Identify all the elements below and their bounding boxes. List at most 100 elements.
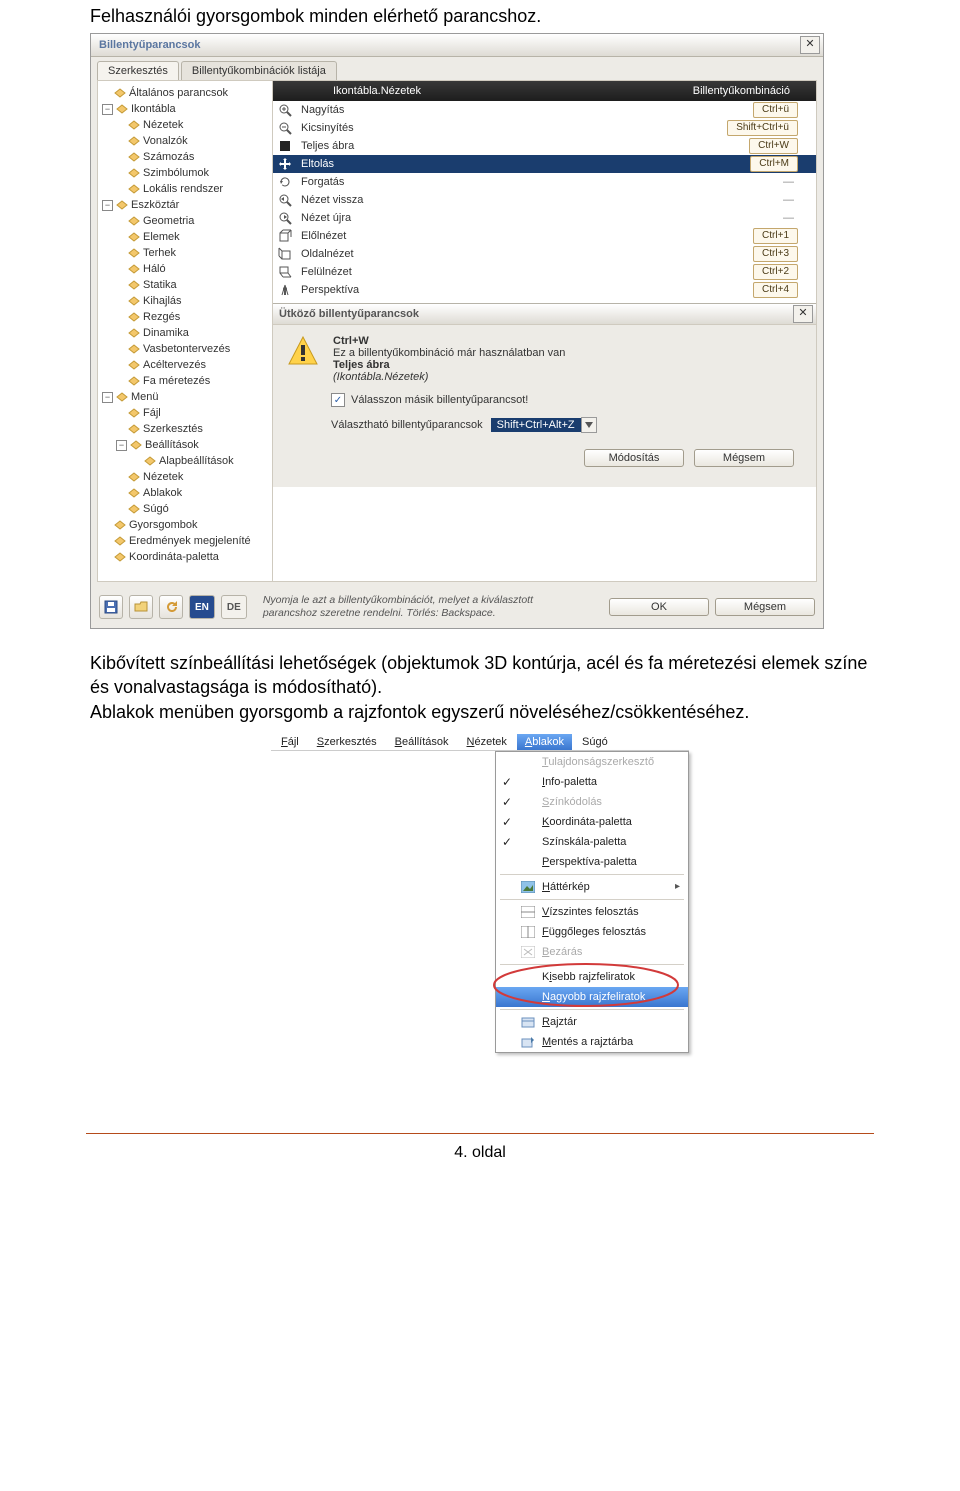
tree-item[interactable]: Általános parancsok <box>100 85 272 101</box>
command-row[interactable]: KicsinyítésShift+Ctrl+ü <box>273 119 816 137</box>
command-row[interactable]: OldalnézetCtrl+3 <box>273 245 816 263</box>
command-tree[interactable]: Általános parancsok−IkontáblaNézetekVona… <box>98 81 273 581</box>
zoom-out-icon <box>273 121 297 135</box>
tree-item[interactable]: Terhek <box>100 245 272 261</box>
mi-larger-labels[interactable]: Nagyobb rajzfeliratok <box>496 987 688 1007</box>
command-row[interactable]: Teljes ábraCtrl+W <box>273 137 816 155</box>
tab-edit[interactable]: Szerkesztés <box>97 61 179 80</box>
tree-item[interactable]: Acéltervezés <box>100 357 272 373</box>
save-library-icon <box>520 1036 536 1048</box>
lang-en-button[interactable]: EN <box>189 595 215 619</box>
persp-icon <box>273 283 297 297</box>
lang-de-button[interactable]: DE <box>221 595 247 619</box>
tree-item[interactable]: Alapbeállítások <box>100 453 272 469</box>
tree-node-icon <box>128 264 140 274</box>
mi-perspective-palette[interactable]: Perspektíva-paletta <box>496 852 688 872</box>
menu-help[interactable]: Súgó <box>574 734 616 750</box>
tree-node-icon <box>116 392 128 402</box>
tree-item[interactable]: Vasbetontervezés <box>100 341 272 357</box>
menu-file[interactable]: Fájl <box>273 734 307 750</box>
chevron-down-icon <box>581 417 597 433</box>
tree-node-icon <box>128 488 140 498</box>
tree-node-icon <box>114 88 126 98</box>
undo-view-icon <box>273 193 297 207</box>
mi-split-vertical[interactable]: Függőleges felosztás <box>496 922 688 942</box>
tree-item[interactable]: Szimbólumok <box>100 165 272 181</box>
tab-shortcut-list[interactable]: Billentyűkombinációk listája <box>181 61 337 80</box>
cancel-button[interactable]: Mégsem <box>694 449 794 467</box>
save-icon[interactable] <box>99 595 123 619</box>
fit-icon <box>273 139 297 153</box>
tree-item[interactable]: Fa méretezés <box>100 373 272 389</box>
tree-item[interactable]: Számozás <box>100 149 272 165</box>
conflict-message: Ez a billentyűkombináció már használatba… <box>333 347 565 359</box>
mi-color-scale[interactable]: ✓Színskála-paletta <box>496 832 688 852</box>
tree-node-icon <box>128 424 140 434</box>
command-row[interactable]: ElőlnézetCtrl+1 <box>273 227 816 245</box>
close-icon[interactable]: ✕ <box>793 305 813 323</box>
tree-item[interactable]: Statika <box>100 277 272 293</box>
tree-item[interactable]: Súgó <box>100 501 272 517</box>
command-row[interactable]: FelülnézetCtrl+2 <box>273 263 816 281</box>
tree-item[interactable]: Nézetek <box>100 117 272 133</box>
command-row[interactable]: EltolásCtrl+M <box>273 155 816 173</box>
tree-node-icon <box>128 312 140 322</box>
mi-close: Bezárás <box>496 942 688 962</box>
tree-node-icon <box>128 328 140 338</box>
tree-item[interactable]: −Ikontábla <box>100 101 272 117</box>
mi-coord-palette[interactable]: ✓Koordináta-paletta <box>496 812 688 832</box>
tree-item[interactable]: Elemek <box>100 229 272 245</box>
modify-button[interactable]: Módosítás <box>584 449 684 467</box>
mi-save-to-library[interactable]: Mentés a rajztárba <box>496 1032 688 1052</box>
tree-item[interactable]: Fájl <box>100 405 272 421</box>
page-number: 4. oldal <box>86 1134 874 1162</box>
tree-item[interactable]: Vonalzók <box>100 133 272 149</box>
mi-background[interactable]: Háttérkép▸ <box>496 877 688 897</box>
tree-item[interactable]: Szerkesztés <box>100 421 272 437</box>
tree-item[interactable]: Gyorsgombok <box>100 517 272 533</box>
tree-item[interactable]: Lokális rendszer <box>100 181 272 197</box>
command-row[interactable]: NagyításCtrl+ü <box>273 101 816 119</box>
tree-item[interactable]: Dinamika <box>100 325 272 341</box>
rotate-icon <box>273 175 297 189</box>
mi-property-editor: Tulajdonságszerkesztő <box>496 752 688 772</box>
command-row[interactable]: Nézet újra— <box>273 209 816 227</box>
tree-item[interactable]: −Beállítások <box>100 437 272 453</box>
command-list-header: Ikontábla.Nézetek Billentyűkombináció <box>273 81 816 101</box>
tree-item[interactable]: Eredmények megjeleníté <box>100 533 272 549</box>
conflict-shortcut: Ctrl+W <box>333 335 565 347</box>
tree-item[interactable]: Kihajlás <box>100 293 272 309</box>
mi-split-horizontal[interactable]: Vízszintes felosztás <box>496 902 688 922</box>
tree-item[interactable]: −Eszköztár <box>100 197 272 213</box>
tree-item[interactable]: Koordináta-paletta <box>100 549 272 565</box>
mi-smaller-labels[interactable]: Kisebb rajzfeliratok <box>496 967 688 987</box>
command-row[interactable]: Nézet vissza— <box>273 191 816 209</box>
menu-views[interactable]: Nézetek <box>459 734 515 750</box>
cancel-button[interactable]: Mégsem <box>715 598 815 616</box>
menu-windows[interactable]: Ablakok <box>517 734 572 750</box>
tree-item[interactable]: Háló <box>100 261 272 277</box>
tree-node-icon <box>144 456 156 466</box>
suggested-shortcut-combo[interactable]: Shift+Ctrl+Alt+Z <box>491 417 597 433</box>
command-row[interactable]: PerspektívaCtrl+4 <box>273 281 816 299</box>
tree-item[interactable]: −Menü <box>100 389 272 405</box>
zoom-in-icon <box>273 103 297 117</box>
open-icon[interactable] <box>129 595 153 619</box>
choose-other-checkbox[interactable]: ✓ <box>331 393 345 407</box>
conflict-popup: Ütköző billentyűparancsok ✕ Ctrl+W Ez a <box>273 303 816 487</box>
tree-node-icon <box>128 136 140 146</box>
tree-item[interactable]: Nézetek <box>100 469 272 485</box>
ok-button[interactable]: OK <box>609 598 709 616</box>
tree-item[interactable]: Geometria <box>100 213 272 229</box>
command-row[interactable]: Forgatás— <box>273 173 816 191</box>
reset-icon[interactable] <box>159 595 183 619</box>
close-icon[interactable]: ✕ <box>800 36 820 54</box>
menu-edit[interactable]: Szerkesztés <box>309 734 385 750</box>
menu-settings[interactable]: Beállítások <box>387 734 457 750</box>
mi-drawing-library[interactable]: Rajztár <box>496 1012 688 1032</box>
tree-node-icon <box>128 376 140 386</box>
tree-node-icon <box>128 472 140 482</box>
tree-item[interactable]: Ablakok <box>100 485 272 501</box>
tree-item[interactable]: Rezgés <box>100 309 272 325</box>
mi-info-palette[interactable]: ✓Info-paletta <box>496 772 688 792</box>
